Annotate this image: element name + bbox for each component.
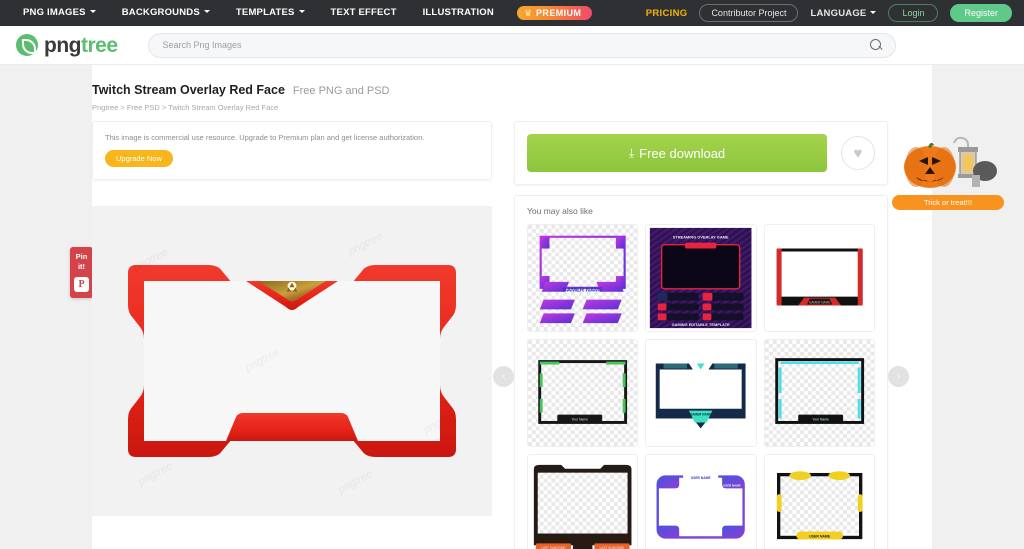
nav-item-illustration[interactable]: ILLUSTRATION xyxy=(410,0,507,26)
watermark: pngtree xyxy=(336,467,375,497)
free-download-button[interactable]: ⤓ Free download xyxy=(527,134,827,172)
pricing-link[interactable]: PRICING xyxy=(646,8,688,19)
carousel-prev-button[interactable]: ‹ xyxy=(493,366,514,387)
site-header: pngtree xyxy=(0,26,1024,65)
crown-icon: ♛ xyxy=(523,7,533,18)
thumb-caption: GAMER NAME xyxy=(809,301,830,305)
thumbnail-orange-dark-frame-overlay[interactable]: LAST SUBCRIBE LAST SUBCRIBE xyxy=(527,454,639,549)
thumb-caption: STREAMING OVERLAY GAME xyxy=(673,235,729,240)
thumbnail-teal-gamer-frame-overlay[interactable]: GAMER NAME xyxy=(645,339,757,447)
thumb-caption: USER NAME xyxy=(723,483,741,487)
thumbnail-green-frame-overlay[interactable]: Your Name xyxy=(527,339,639,447)
download-icon: ⤓ xyxy=(628,145,635,160)
nav-item-templates[interactable]: TEMPLATES xyxy=(223,0,318,26)
thumbnail-cyan-frame-overlay[interactable]: Your Name xyxy=(763,339,875,447)
you-may-also-like-title: You may also like xyxy=(527,206,593,216)
page-title-subtitle: Free PNG and PSD xyxy=(292,85,390,97)
chevron-down-icon xyxy=(203,10,210,13)
contributor-project-button[interactable]: Contributor Project xyxy=(699,4,799,22)
premium-badge-button[interactable]: ♛ PREMIUM xyxy=(516,6,593,20)
nav-item-label: TEMPLATES xyxy=(235,7,295,18)
content-columns: This image is commercial use resource. U… xyxy=(92,121,932,549)
preview-column: This image is commercial use resource. U… xyxy=(92,121,492,549)
top-nav-links: PNG IMAGES BACKGROUNDS TEMPLATES TEXT EF… xyxy=(0,0,593,26)
thumb-footer: GAMING EDITABLE TEMPLATE xyxy=(672,322,730,327)
download-card: ⤓ Free download ♥ xyxy=(514,121,888,185)
login-button[interactable]: Login xyxy=(888,4,939,22)
carousel-next-button[interactable]: › xyxy=(888,366,909,387)
logo-text-png: png xyxy=(44,33,81,57)
upgrade-now-button[interactable]: Upgrade Now xyxy=(105,150,173,167)
nav-item-label: TEXT EFFECT xyxy=(330,7,397,18)
nav-item-text-effect[interactable]: TEXT EFFECT xyxy=(318,0,410,26)
nav-item-label: BACKGROUNDS xyxy=(121,7,200,18)
thumb-caption: GAMER NAME xyxy=(690,413,712,417)
heart-icon: ♥ xyxy=(853,144,863,162)
license-notice-text: This image is commercial use resource. U… xyxy=(105,133,425,142)
halloween-promo-banner[interactable]: Trick or treat!!! xyxy=(880,135,1016,210)
page-title-row: Twitch Stream Overlay Red Face Free PNG … xyxy=(92,65,932,97)
language-label: LANGUAGE xyxy=(810,7,867,19)
pin-it-line1: Pin xyxy=(75,252,88,261)
nav-item-png-images[interactable]: PNG IMAGES xyxy=(10,0,109,26)
thumbnail-purple-gamer-overlay[interactable]: GAMER NAME xyxy=(527,224,639,332)
page-body: Pin it! P Twitch Stream Overlay Red Face… xyxy=(0,65,1024,549)
chevron-right-icon: › xyxy=(896,371,901,382)
thumb-caption: Your Name xyxy=(572,417,589,421)
top-nav-account-links: PRICING Contributor Project LANGUAGE Log… xyxy=(646,4,1024,22)
thumbnail-streaming-overlay-game[interactable]: STREAMING OVERLAY GAME GAMING EDITABLE T… xyxy=(645,224,757,332)
premium-label: PREMIUM xyxy=(536,8,582,18)
logo-text-tree: tree xyxy=(80,33,118,57)
thumb-caption: USER NAME xyxy=(691,476,712,480)
register-button[interactable]: Register xyxy=(950,4,1012,22)
pin-it-line2: it! xyxy=(77,262,86,271)
search-icon[interactable] xyxy=(869,38,883,52)
chevron-down-icon xyxy=(870,10,877,14)
license-notice-card: This image is commercial use resource. U… xyxy=(92,121,492,180)
thumb-caption: Your Name xyxy=(812,417,829,421)
top-navigation-bar: PNG IMAGES BACKGROUNDS TEMPLATES TEXT EF… xyxy=(0,0,1024,26)
language-selector[interactable]: LANGUAGE xyxy=(810,7,877,19)
trick-or-treat-button[interactable]: Trick or treat!!! xyxy=(892,195,1004,210)
nav-item-label: ILLUSTRATION xyxy=(422,7,494,18)
watermark: pngtree xyxy=(346,229,385,259)
breadcrumb[interactable]: Pngtree > Free PSD > Twitch Stream Overl… xyxy=(92,103,932,112)
pngtree-logo[interactable]: pngtree xyxy=(0,34,118,56)
free-download-label: Free download xyxy=(639,145,726,161)
pinterest-pin-it-widget[interactable]: Pin it! P xyxy=(70,247,93,298)
pumpkin-lantern-icon xyxy=(904,136,997,188)
pinterest-icon[interactable]: P xyxy=(74,277,89,292)
image-preview-stage[interactable]: pngtree pngtree pngtree pngtree pngtree … xyxy=(92,206,492,516)
nav-item-label: PNG IMAGES xyxy=(23,7,86,18)
thumb-caption: USER NAME xyxy=(809,534,831,538)
page-title: Twitch Stream Overlay Red Face xyxy=(92,83,285,97)
leaf-logo-icon xyxy=(16,34,38,56)
logo-wordmark: pngtree xyxy=(44,35,118,56)
thumbnail-yellow-black-frame-overlay[interactable]: USER NAME xyxy=(763,454,875,549)
chevron-down-icon xyxy=(89,10,96,13)
search-input[interactable] xyxy=(162,40,870,50)
thumbnail-red-white-frame-overlay[interactable]: GAMER NAME xyxy=(763,224,875,332)
you-may-also-like-card: You may also like ‹ › GAMER NAME STREAMI… xyxy=(493,195,909,549)
thumbnail-blue-purple-frame-overlay[interactable]: USER NAME USER NAME xyxy=(645,454,757,549)
twitch-red-overlay-frame xyxy=(128,265,456,457)
thumb-caption: GAMER NAME xyxy=(562,288,603,294)
chevron-down-icon xyxy=(298,10,305,13)
chevron-left-icon: ‹ xyxy=(501,371,506,382)
search-bar[interactable] xyxy=(147,32,896,58)
watermark: pngtree xyxy=(136,459,175,489)
favorite-button[interactable]: ♥ xyxy=(841,136,875,170)
nav-item-backgrounds[interactable]: BACKGROUNDS xyxy=(109,0,223,26)
sidebar-column: ⤓ Free download ♥ You may also like ‹ › xyxy=(493,121,909,549)
main-content-panel: Twitch Stream Overlay Red Face Free PNG … xyxy=(92,65,932,549)
similar-thumbnails-grid: GAMER NAME STREAMING OVERLAY GAME GAMING… xyxy=(527,224,875,549)
